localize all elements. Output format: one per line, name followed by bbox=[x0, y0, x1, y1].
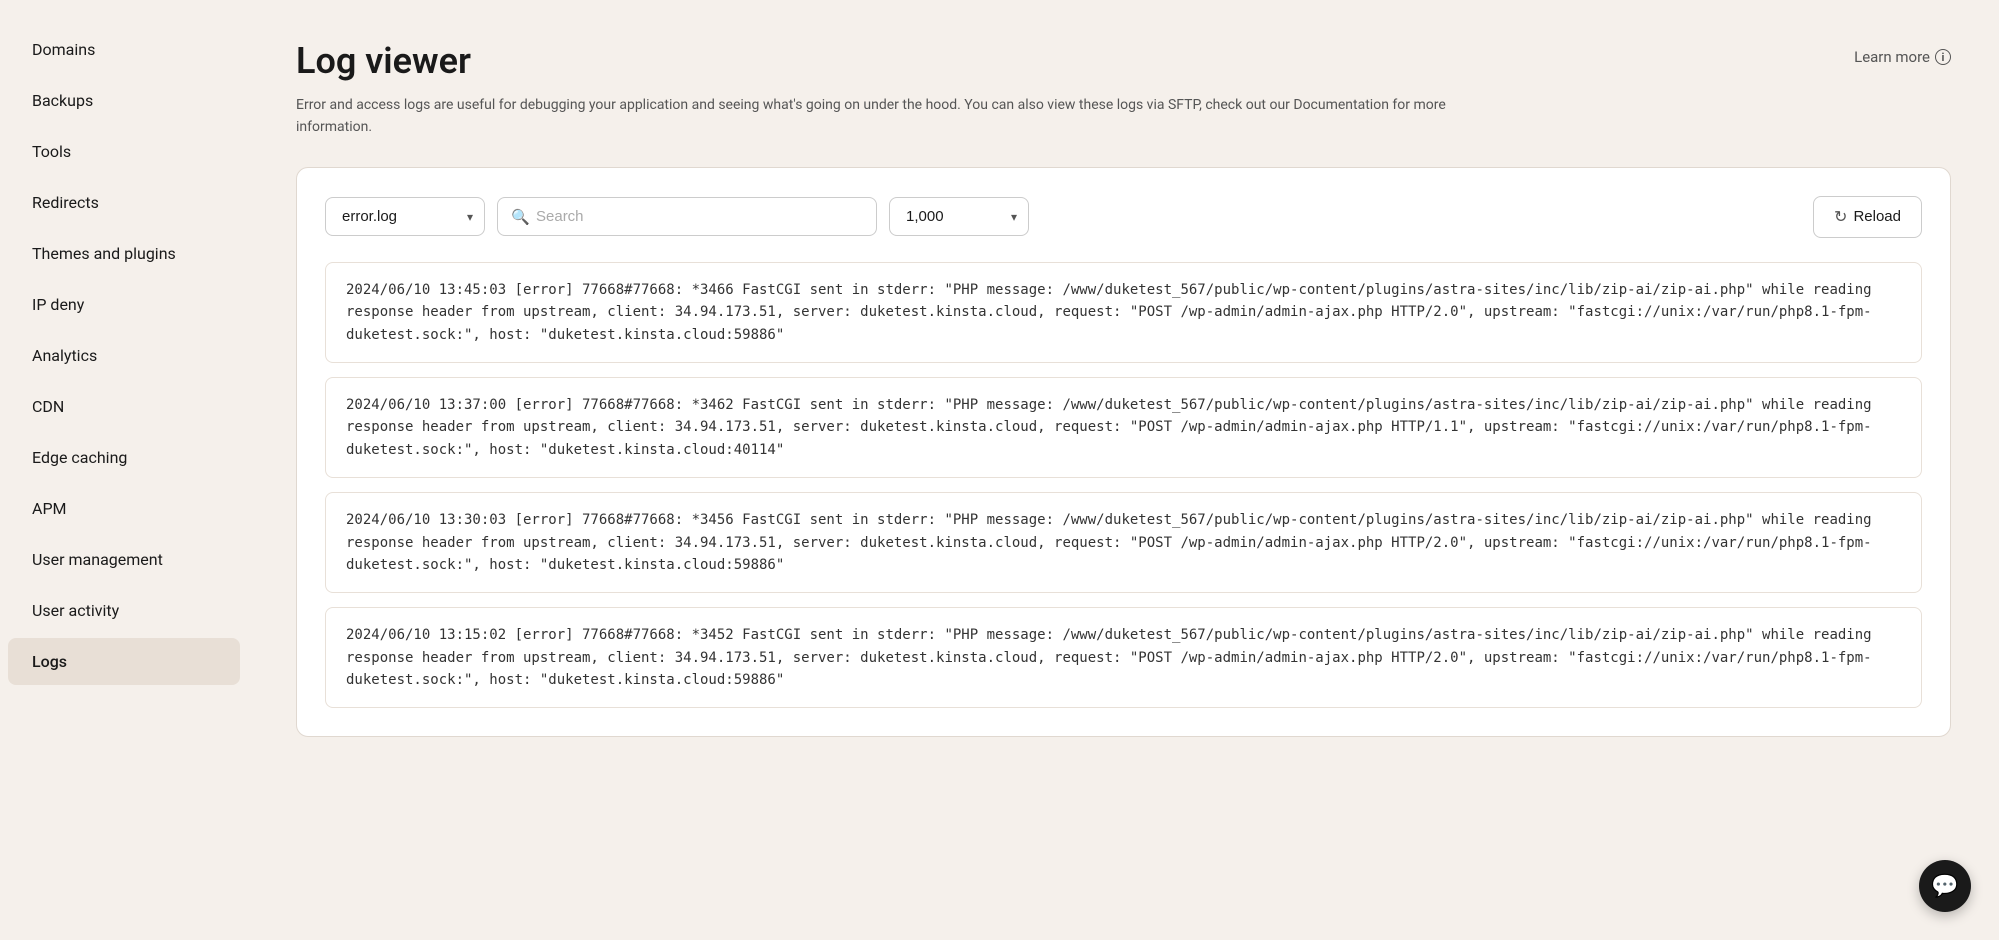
sidebar-item-analytics[interactable]: Analytics bbox=[8, 332, 240, 379]
sidebar-item-backups[interactable]: Backups bbox=[8, 77, 240, 124]
log-entry: 2024/06/10 13:37:00 [error] 77668#77668:… bbox=[325, 377, 1922, 478]
log-entry: 2024/06/10 13:30:03 [error] 77668#77668:… bbox=[325, 492, 1922, 593]
sidebar-item-label: CDN bbox=[32, 397, 64, 416]
sidebar-item-label: Logs bbox=[32, 652, 67, 671]
sidebar-item-label: User management bbox=[32, 550, 163, 569]
reload-button[interactable]: ↻ Reload bbox=[1813, 196, 1922, 238]
sidebar-item-apm[interactable]: APM bbox=[8, 485, 240, 532]
sidebar-item-label: Edge caching bbox=[32, 448, 127, 467]
main-content: Log viewer Learn more i Error and access… bbox=[248, 0, 1999, 940]
sidebar-item-edge-caching[interactable]: Edge caching bbox=[8, 434, 240, 481]
reload-label: Reload bbox=[1853, 208, 1901, 225]
sidebar-item-label: User activity bbox=[32, 601, 119, 620]
sidebar-item-label: Themes and plugins bbox=[32, 244, 176, 263]
chat-button[interactable]: 💬 bbox=[1919, 860, 1971, 912]
log-entry-text: 2024/06/10 13:15:02 [error] 77668#77668:… bbox=[346, 627, 1872, 688]
sidebar-item-user-activity[interactable]: User activity bbox=[8, 587, 240, 634]
search-icon: 🔍 bbox=[511, 208, 530, 226]
sidebar-item-label: Redirects bbox=[32, 193, 99, 212]
sidebar-item-tools[interactable]: Tools bbox=[8, 128, 240, 175]
sidebar-item-user-management[interactable]: User management bbox=[8, 536, 240, 583]
info-icon: i bbox=[1935, 49, 1951, 65]
page-title: Log viewer bbox=[296, 40, 471, 82]
sidebar-item-cdn[interactable]: CDN bbox=[8, 383, 240, 430]
reload-icon: ↻ bbox=[1834, 207, 1847, 227]
log-entry-text: 2024/06/10 13:30:03 [error] 77668#77668:… bbox=[346, 512, 1872, 573]
sidebar-item-label: Analytics bbox=[32, 346, 97, 365]
log-file-select[interactable]: error.log access.log bbox=[325, 197, 485, 236]
sidebar-item-label: IP deny bbox=[32, 295, 84, 314]
sidebar: Domains Backups Tools Redirects Themes a… bbox=[0, 0, 248, 940]
search-wrapper: 🔍 bbox=[497, 197, 877, 236]
lines-select[interactable]: 100 500 1,000 2,000 5,000 bbox=[889, 197, 1029, 236]
sidebar-item-domains[interactable]: Domains bbox=[8, 26, 240, 73]
sidebar-item-label: Domains bbox=[32, 40, 95, 59]
sidebar-item-redirects[interactable]: Redirects bbox=[8, 179, 240, 226]
sidebar-item-label: APM bbox=[32, 499, 67, 518]
learn-more-label: Learn more bbox=[1854, 48, 1930, 66]
page-header: Log viewer Learn more i bbox=[296, 40, 1951, 82]
log-entries-list: 2024/06/10 13:45:03 [error] 77668#77668:… bbox=[325, 262, 1922, 709]
controls-row: error.log access.log ▾ 🔍 100 500 1,000 2… bbox=[325, 196, 1922, 238]
sidebar-item-label: Backups bbox=[32, 91, 93, 110]
lines-selector-wrapper: 100 500 1,000 2,000 5,000 ▾ bbox=[889, 197, 1029, 236]
sidebar-item-ip-deny[interactable]: IP deny bbox=[8, 281, 240, 328]
search-input[interactable] bbox=[497, 197, 877, 236]
log-entry: 2024/06/10 13:45:03 [error] 77668#77668:… bbox=[325, 262, 1922, 363]
log-entry-text: 2024/06/10 13:37:00 [error] 77668#77668:… bbox=[346, 397, 1872, 458]
log-viewer-container: error.log access.log ▾ 🔍 100 500 1,000 2… bbox=[296, 167, 1951, 738]
chat-icon: 💬 bbox=[1931, 874, 1958, 899]
log-entry-text: 2024/06/10 13:45:03 [error] 77668#77668:… bbox=[346, 282, 1872, 343]
page-description: Error and access logs are useful for deb… bbox=[296, 94, 1496, 139]
log-file-selector-wrapper: error.log access.log ▾ bbox=[325, 197, 485, 236]
log-entry: 2024/06/10 13:15:02 [error] 77668#77668:… bbox=[325, 607, 1922, 708]
sidebar-item-label: Tools bbox=[32, 142, 71, 161]
learn-more-link[interactable]: Learn more i bbox=[1854, 40, 1951, 66]
sidebar-item-logs[interactable]: Logs bbox=[8, 638, 240, 685]
sidebar-item-themes-plugins[interactable]: Themes and plugins bbox=[8, 230, 240, 277]
